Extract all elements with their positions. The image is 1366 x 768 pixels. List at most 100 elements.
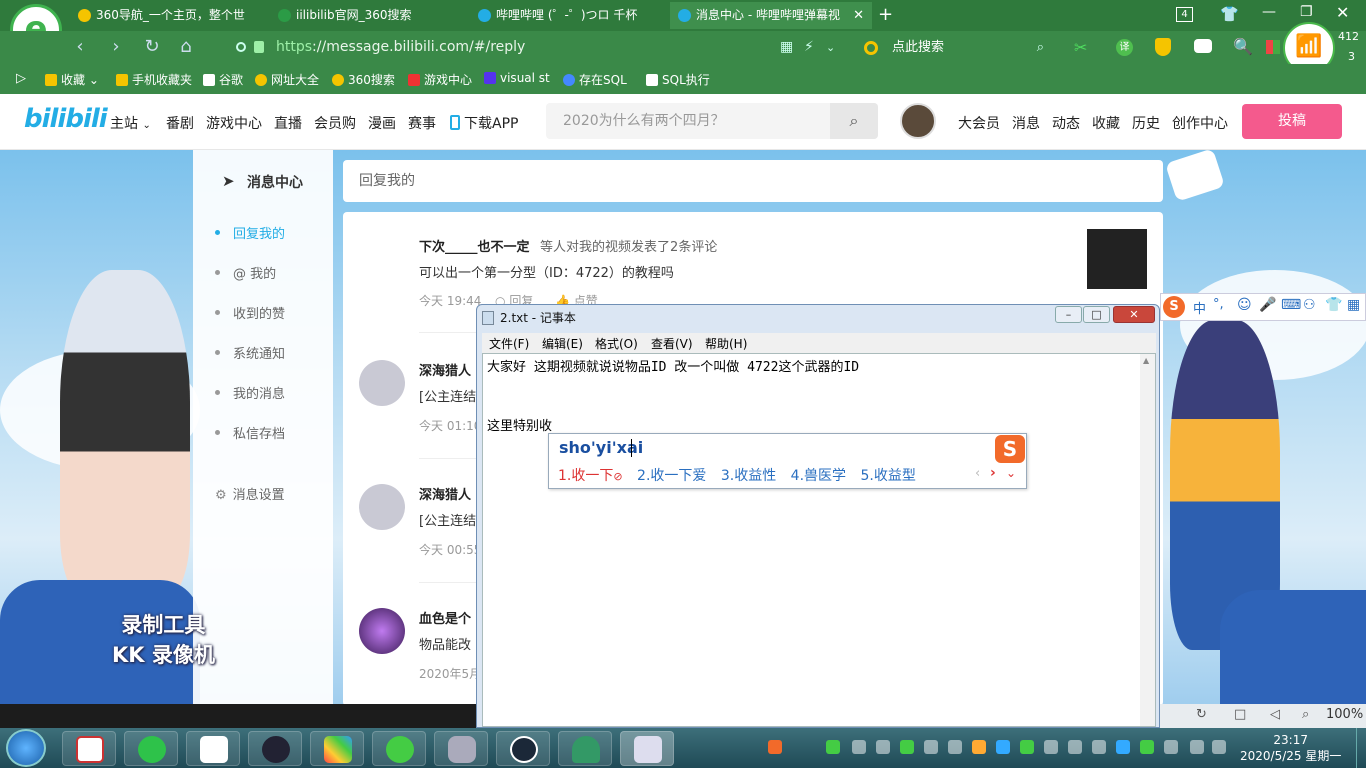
search-icon[interactable]: ⌕ [830, 103, 878, 139]
maximize-button[interactable]: □ [1083, 306, 1110, 323]
zoom-level[interactable]: 100% [1326, 707, 1363, 722]
tray-icon[interactable] [996, 740, 1010, 754]
emoji-icon[interactable]: ☺ [1237, 297, 1252, 313]
tray-icon[interactable] [948, 740, 962, 754]
translate-icon[interactable]: 译 [1116, 39, 1133, 56]
candidate-5[interactable]: 5.收益型 [860, 468, 915, 484]
taskbar-steam[interactable] [496, 731, 550, 766]
taskbar-camera[interactable] [434, 731, 488, 766]
bili-search-input[interactable]: 2020为什么有两个四月？ ⌕ [546, 103, 878, 139]
sidebar-item-system[interactable]: 系统通知 [215, 343, 285, 362]
nav-main-site[interactable]: 主站 ⌄ [110, 113, 151, 133]
next-page-icon[interactable]: › [990, 465, 996, 481]
gamepad-icon[interactable] [1194, 39, 1212, 53]
fullscreen-icon[interactable]: □ [1234, 707, 1246, 722]
bookmark-sql[interactable]: 存在SQL [563, 71, 627, 88]
nav-messages[interactable]: 消息 [1012, 113, 1040, 133]
avatar[interactable] [359, 484, 405, 530]
apps-icon[interactable] [1266, 40, 1280, 54]
bookmark-sql-exec[interactable]: SQL执行 [646, 71, 710, 88]
tray-icon[interactable] [1116, 740, 1130, 754]
user-icon[interactable]: ⚇ [1303, 297, 1316, 313]
qr-icon[interactable]: ▦ [780, 35, 793, 60]
bookmark-google[interactable]: 谷歌 [203, 71, 243, 88]
tray-icon[interactable] [1092, 740, 1106, 754]
skin-icon[interactable]: 👕 [1325, 297, 1342, 313]
nav-history[interactable]: 历史 [1132, 113, 1160, 133]
network-icon[interactable] [1190, 740, 1204, 754]
menu-file[interactable]: 文件(F) [489, 335, 529, 352]
bookmark-visual-studio[interactable]: visual st [484, 71, 550, 85]
dropdown-chevron-icon[interactable]: ⌄ [826, 35, 835, 60]
nav-anime[interactable]: 番剧 [166, 113, 194, 133]
bookmark-game-center[interactable]: 游戏中心 [408, 71, 472, 88]
address-bar[interactable]: https://message.bilibili.com/#/reply ▦ ⚡… [228, 35, 852, 60]
forward-icon[interactable]: › [104, 35, 128, 59]
bookmark-url-hub[interactable]: 网址大全 [255, 71, 319, 88]
nav-download-app[interactable]: 下载APP [450, 113, 518, 133]
comment-username[interactable]: 深海猎人 [419, 484, 471, 503]
candidate-1[interactable]: 1.收一下 [558, 468, 613, 484]
taskbar-app-9[interactable] [558, 731, 612, 766]
tray-icon[interactable] [924, 740, 938, 754]
tray-icon[interactable] [876, 740, 890, 754]
ime-language-toggle[interactable]: 中 [1193, 298, 1206, 317]
volume-icon[interactable] [1212, 740, 1226, 754]
start-button[interactable] [6, 729, 46, 767]
taskbar-app-4[interactable] [248, 731, 302, 766]
tray-icon[interactable] [1044, 740, 1058, 754]
tab-360-nav[interactable]: 360导航_一个主页，整个世 [70, 2, 268, 29]
shirt-icon[interactable]: 👕 [1220, 5, 1239, 23]
menu-view[interactable]: 查看(V) [651, 335, 693, 352]
taskbar-notepad[interactable] [620, 731, 674, 766]
window-close-icon[interactable]: ✕ [1336, 3, 1349, 22]
magnifier-icon[interactable]: 🔍 [1233, 37, 1253, 56]
sogou-logo-icon[interactable]: S [1163, 296, 1185, 318]
scrollbar[interactable]: ▲ [1140, 354, 1155, 726]
scissors-icon[interactable]: ✂ [1074, 38, 1087, 57]
taskbar-360-browser[interactable] [372, 731, 426, 766]
shield-icon[interactable] [1155, 38, 1171, 56]
show-desktop-button[interactable] [1356, 728, 1366, 768]
sidebar-item-my-messages[interactable]: 我的消息 [215, 383, 285, 402]
sidebar-item-at-me[interactable]: @ 我的 [215, 263, 276, 282]
bilibili-logo[interactable]: bilibili [24, 104, 108, 134]
search-icon[interactable]: ⌕ [1037, 35, 1044, 60]
toolbox-icon[interactable]: ▦ [1347, 297, 1360, 313]
tray-icon[interactable] [1020, 740, 1034, 754]
nav-creator-center[interactable]: 创作中心 [1172, 113, 1228, 133]
prev-page-icon[interactable]: ‹ [975, 466, 980, 481]
nvidia-tray-icon[interactable] [1140, 740, 1154, 754]
tray-icon[interactable] [826, 740, 840, 754]
menu-edit[interactable]: 编辑(E) [542, 335, 583, 352]
new-tab-button[interactable]: + [878, 4, 893, 25]
tray-icon[interactable] [972, 740, 986, 754]
keyboard-icon[interactable]: ⌨ [1281, 297, 1301, 313]
site-info-icon[interactable] [236, 42, 246, 52]
nav-live[interactable]: 直播 [274, 113, 302, 133]
candidate-4[interactable]: 4.兽医学 [791, 468, 846, 484]
scroll-up-icon[interactable]: ▲ [1143, 356, 1149, 365]
refresh-icon[interactable]: ↻ [140, 35, 164, 59]
taskbar-clock[interactable]: 23:17 2020/5/25 星期一 [1240, 732, 1341, 764]
expand-icon[interactable]: ⌄ [1006, 466, 1016, 480]
avatar[interactable] [359, 608, 405, 654]
tab-bilibili-home[interactable]: 哔哩哔哩 (゜-゜)つロ 千杯 [470, 2, 666, 29]
shield-tray-icon[interactable] [900, 740, 914, 754]
video-thumbnail[interactable] [1087, 229, 1147, 289]
steam-tray-icon[interactable] [852, 740, 866, 754]
nav-vip[interactable]: 大会员 [958, 113, 1000, 133]
maximize-icon[interactable]: ❐ [1300, 4, 1313, 20]
nav-dynamics[interactable]: 动态 [1052, 113, 1080, 133]
menu-format[interactable]: 格式(O) [595, 335, 638, 352]
minimize-button[interactable]: – [1055, 306, 1082, 323]
nav-esports[interactable]: 赛事 [408, 113, 436, 133]
candidate-2[interactable]: 2.收一下爱 [637, 468, 706, 484]
upload-button[interactable]: 投稿 [1242, 104, 1342, 139]
comment-username[interactable]: 血色是个 [419, 608, 471, 627]
taskbar-app-3[interactable] [186, 731, 240, 766]
nav-comics[interactable]: 漫画 [368, 113, 396, 133]
sidebar-item-archive[interactable]: 私信存档 [215, 423, 285, 442]
bookmarks-toggle-icon[interactable]: ▷ [16, 71, 26, 86]
bookmark-360-search[interactable]: 360搜索 [332, 71, 395, 88]
